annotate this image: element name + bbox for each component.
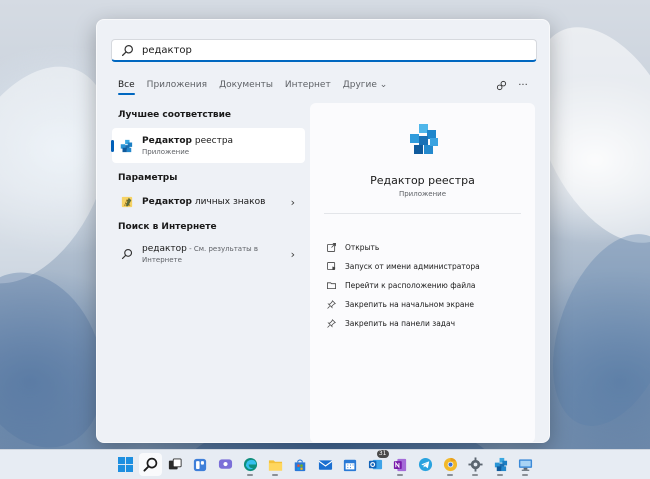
- task-view-button[interactable]: [164, 453, 187, 476]
- registry-editor-large-icon: [410, 124, 438, 154]
- best-match-subtitle: Приложение: [142, 147, 190, 156]
- web-search-title: редактор - См. результаты в: [142, 244, 259, 254]
- pin-icon: [327, 300, 336, 309]
- widgets-button[interactable]: [189, 453, 212, 476]
- chevron-right-icon: ›: [290, 247, 295, 261]
- search-query-text[interactable]: редактор: [142, 45, 192, 56]
- tab-web[interactable]: Интернет: [285, 80, 331, 90]
- outlook-icon: [368, 459, 382, 470]
- store-button[interactable]: [289, 453, 312, 476]
- private-character-editor-icon: A: [121, 196, 133, 208]
- best-match-heading: Лучшее соответствие: [118, 110, 232, 120]
- remote-desktop-icon: [518, 458, 532, 471]
- taskbar-search-button[interactable]: [138, 453, 162, 476]
- tab-all[interactable]: Все: [118, 80, 135, 95]
- folder-icon: [327, 282, 336, 290]
- web-search-heading: Поиск в Интернете: [118, 222, 217, 232]
- widgets-icon: [193, 458, 207, 471]
- search-input[interactable]: редактор: [111, 39, 537, 62]
- onenote-icon: [393, 458, 407, 471]
- more-options-button[interactable]: ···: [515, 77, 531, 93]
- best-match-result[interactable]: Редактор реестра Приложение: [111, 128, 305, 163]
- web-search-subtitle: Интернете: [142, 256, 182, 264]
- taskbar: 31: [0, 449, 650, 479]
- chevron-right-icon: ›: [290, 195, 295, 209]
- settings-result-private-character-editor[interactable]: A Редактор личных знаков ›: [112, 192, 305, 212]
- chat-icon: [218, 458, 232, 469]
- tab-more[interactable]: Другие ⌄: [343, 80, 388, 90]
- tab-apps[interactable]: Приложения: [147, 80, 207, 90]
- edge-button[interactable]: [239, 453, 262, 476]
- registry-editor-taskbar-button[interactable]: [489, 453, 512, 476]
- calendar-icon: [343, 459, 357, 471]
- gear-icon: [467, 457, 483, 472]
- pin-icon: [327, 319, 336, 328]
- preview-app-type: Приложение: [398, 190, 447, 198]
- account-switch-icon[interactable]: [493, 77, 509, 93]
- task-view-icon: [168, 457, 182, 469]
- windows-logo-icon: [117, 457, 133, 472]
- telegram-icon: [418, 457, 432, 472]
- onenote-button[interactable]: [389, 453, 412, 476]
- web-search-result[interactable]: редактор - См. результаты в Интернете ›: [112, 241, 305, 267]
- preview-app-name: Редактор реестра: [370, 174, 475, 187]
- outlook-button[interactable]: 31: [364, 450, 389, 476]
- chrome-canary-icon: [443, 457, 457, 472]
- edge-icon: [243, 457, 257, 472]
- search-icon: [142, 457, 157, 472]
- action-open[interactable]: Открыть: [327, 243, 379, 252]
- divider: [324, 213, 521, 214]
- preview-pane: Редактор реестра Приложение Открыть Запу…: [310, 103, 535, 443]
- tab-documents[interactable]: Документы: [219, 80, 273, 90]
- action-run-as-admin[interactable]: Запуск от имени администратора: [327, 262, 480, 271]
- search-flyout: редактор Все Приложения Документы Интерн…: [96, 19, 550, 443]
- folder-icon: [268, 459, 282, 471]
- store-icon: [294, 458, 306, 471]
- start-button[interactable]: [114, 453, 137, 476]
- settings-button[interactable]: [464, 453, 487, 476]
- open-external-icon: [327, 243, 336, 252]
- action-pin-to-taskbar[interactable]: Закрепить на панели задач: [327, 319, 455, 328]
- telegram-button[interactable]: [414, 453, 437, 476]
- chat-button[interactable]: [214, 453, 237, 476]
- mail-icon: [318, 459, 332, 470]
- remote-desktop-button[interactable]: [514, 453, 537, 476]
- search-icon: [121, 44, 133, 56]
- search-filter-tabs: Все Приложения Документы Интернет Другие…: [118, 76, 531, 95]
- calendar-button[interactable]: [339, 453, 362, 476]
- action-pin-to-start[interactable]: Закрепить на начальном экране: [327, 300, 474, 309]
- file-explorer-button[interactable]: [264, 453, 287, 476]
- registry-editor-icon: [120, 139, 133, 152]
- registry-editor-icon: [494, 457, 507, 472]
- best-match-title: Редактор реестра: [142, 135, 234, 146]
- outlook-unread-badge: 31: [376, 450, 389, 458]
- settings-result-title: Редактор личных знаков: [142, 197, 266, 207]
- settings-heading: Параметры: [118, 173, 178, 183]
- mail-button[interactable]: [314, 453, 337, 476]
- chrome-canary-button[interactable]: [439, 453, 462, 476]
- run-as-admin-icon: [327, 262, 336, 271]
- search-icon: [121, 248, 133, 260]
- action-open-file-location[interactable]: Перейти к расположению файла: [327, 281, 476, 290]
- selection-indicator: [111, 140, 114, 152]
